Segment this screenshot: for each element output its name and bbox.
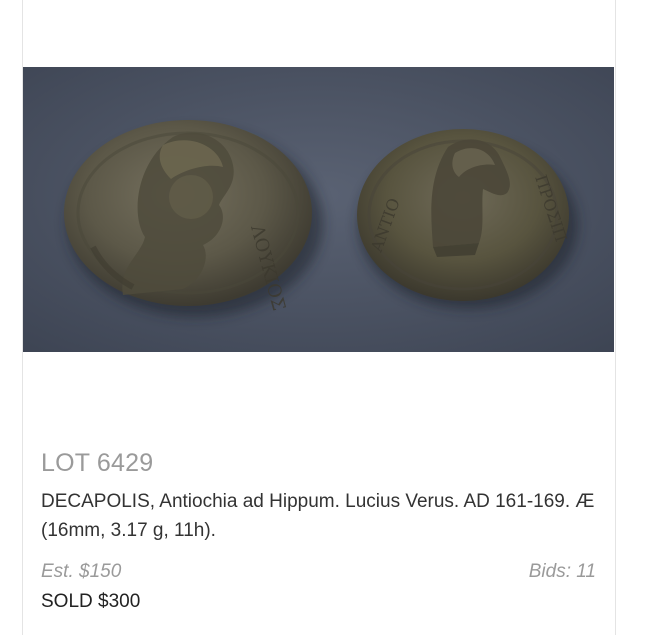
lot-description[interactable]: DECAPOLIS, Antiochia ad Hippum. Lucius V… [41,487,601,545]
estimate: Est. $150 [41,561,122,582]
coin-image: ΛΟΥΚΙΟΣ ΑΝΤΙΟ ΠΡΟΣΙΠ [23,67,614,352]
bids-count: Bids: 11 [528,561,596,582]
lot-number[interactable]: LOT 6429 [41,449,153,478]
sold-price: SOLD $300 [41,591,141,612]
lot-photo[interactable]: ΛΟΥΚΙΟΣ ΑΝΤΙΟ ΠΡΟΣΙΠ [23,67,614,352]
